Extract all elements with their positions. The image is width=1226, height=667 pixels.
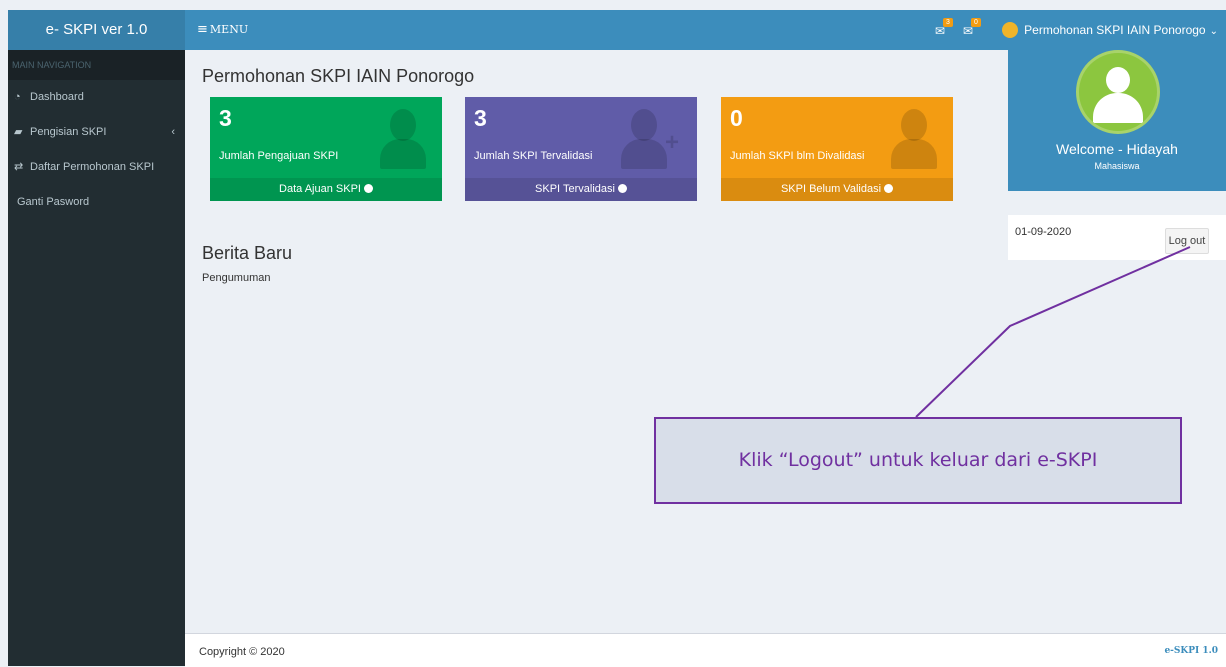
user-role: Mahasiswa	[1094, 161, 1140, 171]
box-text: Jumlah Pengajuan SKPI	[219, 150, 339, 162]
sidebar-item-ganti-password[interactable]: Ganti Pasword	[8, 185, 185, 220]
chevron-left-icon: ‹	[171, 126, 175, 138]
box-text: Jumlah SKPI blm Divalidasi	[730, 150, 865, 162]
annotation-callout: Klik “Logout” untuk keluar dari e-SKPI	[654, 417, 1182, 504]
sidebar-item-label: Pengisian SKPI	[30, 126, 107, 138]
menu-toggle-button[interactable]: ≡ MENU	[197, 10, 248, 50]
avatar	[1002, 21, 1019, 38]
profile-date: 01-09-2020	[1015, 226, 1072, 238]
footer-brand: e-SKPI 1.0	[1164, 646, 1218, 656]
exchange-icon: ⇄	[14, 161, 24, 173]
user-icon	[891, 109, 937, 169]
avatar	[1076, 50, 1160, 134]
arrow-circle-right-icon	[884, 183, 894, 193]
dashboard-icon: ◔	[14, 91, 21, 103]
sidebar-item-label: Ganti Pasword	[17, 196, 90, 208]
box-number: 3	[219, 105, 232, 131]
box-footer-label: SKPI Belum Validasi	[780, 183, 882, 195]
box-footer-link[interactable]: SKPI Tervalidasi	[465, 178, 697, 201]
sidebar-item-pengisian-skpi[interactable]: ▰ Pengisian SKPI ‹	[8, 115, 185, 150]
notification-messages[interactable]: ✉ 3	[935, 18, 953, 38]
user-plus-icon: +	[621, 109, 679, 169]
news-section-title: Berita Baru	[202, 243, 293, 263]
info-box-pengajuan: 3 Jumlah Pengajuan SKPI Data Ajuan SKPI	[210, 97, 442, 201]
box-footer-label: SKPI Tervalidasi	[535, 183, 615, 195]
box-number: 0	[730, 105, 743, 131]
box-footer-link[interactable]: Data Ajuan SKPI	[210, 178, 442, 201]
box-text: Jumlah SKPI Tervalidasi	[474, 150, 593, 162]
user-menu-label: Permohonan SKPI IAIN Ponorogo	[1024, 23, 1206, 37]
info-box-belum-validasi: 0 Jumlah SKPI blm Divalidasi SKPI Belum …	[721, 97, 953, 201]
sidebar-header: MAIN NAVIGATION	[8, 50, 185, 80]
sidebar-item-label: Dashboard	[30, 91, 84, 103]
info-box-tervalidasi: 3 Jumlah SKPI Tervalidasi + SKPI Tervali…	[465, 97, 697, 201]
arrow-circle-right-icon	[363, 183, 373, 193]
sidebar-item-dashboard[interactable]: ◔ Dashboard	[8, 80, 185, 115]
notification-badge: 0	[971, 18, 981, 27]
box-footer-label: Data Ajuan SKPI	[279, 183, 361, 195]
app-logo[interactable]: e- SKPI ver 1.0	[8, 10, 185, 50]
copyright-text: Copyright © 2020	[199, 646, 285, 658]
sidebar-item-label: Daftar Permohonan SKPI	[30, 161, 155, 173]
user-icon	[380, 109, 426, 169]
user-profile-header: Welcome - Hidayah Mahasiswa	[1008, 40, 1226, 191]
sidebar-item-daftar-permohonan[interactable]: ⇄ Daftar Permohonan SKPI	[8, 150, 185, 185]
arrow-circle-right-icon	[617, 183, 627, 193]
notification-alerts[interactable]: ✉ 0	[963, 18, 981, 38]
notification-badge: 3	[943, 18, 953, 27]
welcome-text: Welcome - Hidayah	[1056, 141, 1178, 157]
hamburger-icon: ≡	[197, 22, 208, 37]
box-footer-link[interactable]: SKPI Belum Validasi	[721, 178, 953, 201]
logout-button[interactable]: Log out	[1165, 228, 1209, 254]
box-number: 3	[474, 105, 487, 131]
menu-label: MENU	[209, 23, 249, 36]
page-footer: Copyright © 2020 e-SKPI 1.0	[185, 633, 1226, 667]
sidebar: MAIN NAVIGATION ◔ Dashboard ▰ Pengisian SK…	[8, 50, 185, 666]
book-icon: ▰	[14, 126, 23, 138]
chevron-down-icon: ⌄	[1209, 26, 1218, 37]
news-section-subtitle: Pengumuman	[202, 272, 271, 284]
page-title: Permohonan SKPI IAIN Ponorogo	[202, 66, 475, 86]
